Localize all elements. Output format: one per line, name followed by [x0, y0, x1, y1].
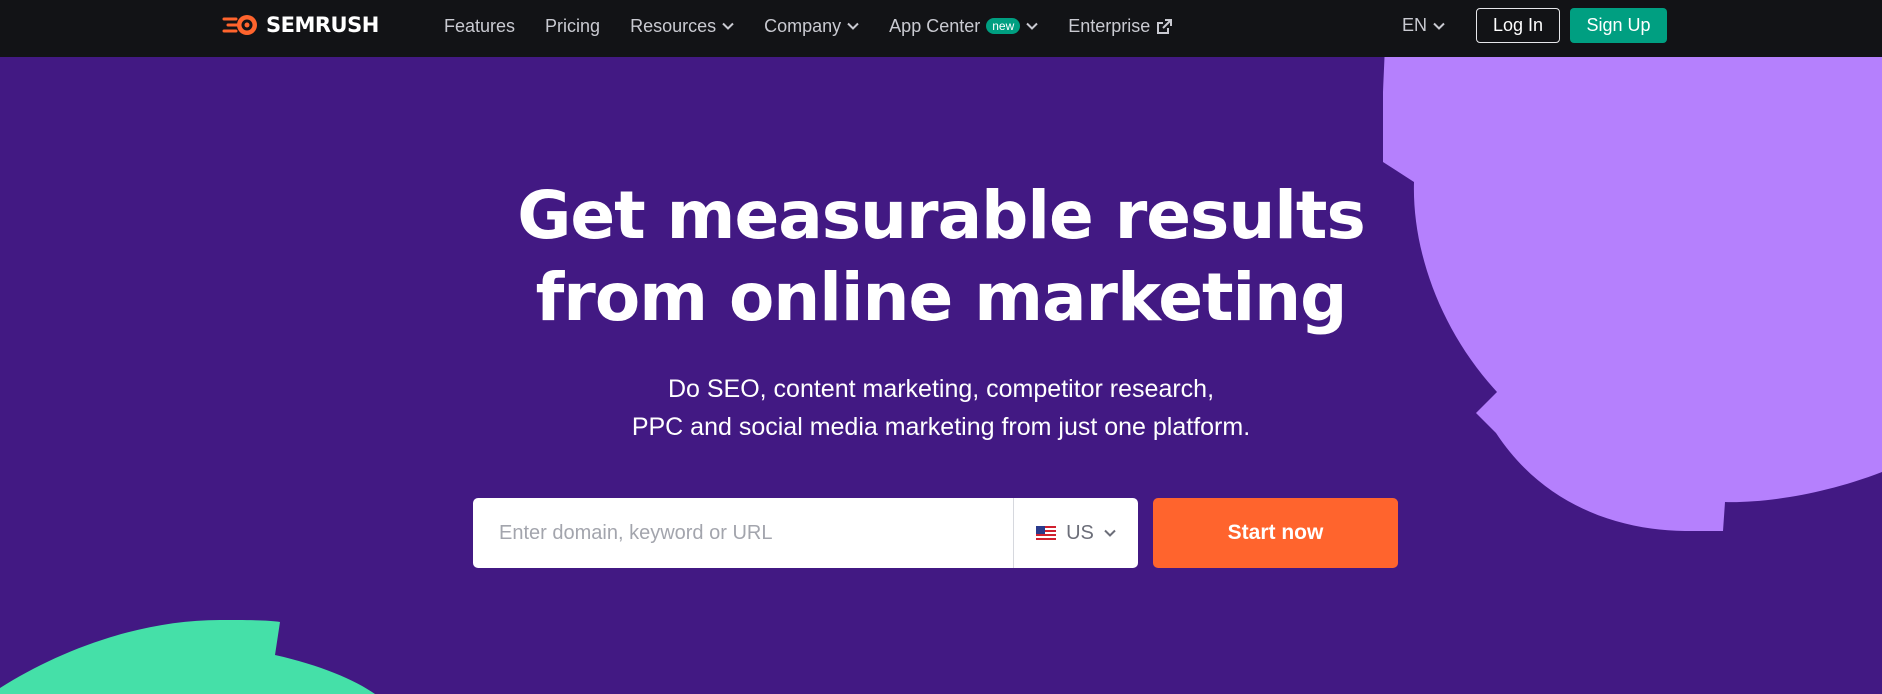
nav-item-enterprise[interactable]: Enterprise	[1068, 16, 1173, 37]
start-now-button[interactable]: Start now	[1153, 498, 1398, 568]
hero-subtitle: Do SEO, content marketing, competitor re…	[441, 370, 1441, 446]
green-decorative-shape	[0, 620, 375, 694]
nav-item-pricing[interactable]: Pricing	[545, 16, 600, 37]
nav-item-app-center[interactable]: App Center new	[889, 16, 1038, 37]
nav-item-label: Enterprise	[1068, 15, 1151, 36]
us-flag-icon	[1036, 526, 1057, 540]
nav-item-label: Resources	[630, 15, 717, 36]
chevron-down-icon	[847, 22, 859, 30]
hero-title: Get measurable results from online marke…	[441, 175, 1441, 339]
top-navigation-bar: SEMRUSH Features Pricing Resources Compa…	[0, 0, 1882, 57]
nav-item-company[interactable]: Company	[764, 16, 859, 37]
new-badge: new	[986, 18, 1021, 34]
nav-item-label: Features	[444, 15, 516, 36]
language-selector[interactable]: EN	[1402, 15, 1445, 36]
nav-item-label: Pricing	[545, 15, 601, 36]
domain-search-input[interactable]	[473, 498, 1013, 568]
external-link-icon	[1157, 18, 1173, 34]
main-nav: Features Pricing Resources Company App C…	[444, 0, 1203, 52]
search-form: US	[473, 498, 1138, 568]
nav-item-features[interactable]: Features	[444, 16, 515, 37]
signup-button[interactable]: Sign Up	[1570, 8, 1667, 43]
chevron-down-icon	[1104, 529, 1116, 537]
hero-subtitle-line-1: Do SEO, content marketing, competitor re…	[667, 375, 1215, 403]
semrush-logo[interactable]: SEMRUSH	[222, 13, 379, 37]
country-selector[interactable]: US	[1014, 498, 1138, 568]
nav-item-label: App Center	[889, 15, 981, 36]
hero-title-line-1: Get measurable results	[517, 177, 1366, 254]
chevron-down-icon	[1433, 22, 1445, 30]
language-label: EN	[1402, 15, 1428, 35]
login-button[interactable]: Log In	[1476, 8, 1560, 43]
country-label: US	[1066, 521, 1094, 544]
nav-item-label: Company	[764, 15, 842, 36]
hero-subtitle-line-2: PPC and social media marketing from just…	[631, 413, 1251, 441]
chevron-down-icon	[722, 22, 734, 30]
brand-name: SEMRUSH	[266, 13, 379, 37]
nav-item-resources[interactable]: Resources	[630, 16, 734, 37]
chevron-down-icon	[1026, 22, 1038, 30]
hero-title-line-2: from online marketing	[535, 259, 1348, 336]
semrush-logo-icon	[222, 15, 257, 35]
purple-decorative-shape	[1383, 0, 1882, 531]
